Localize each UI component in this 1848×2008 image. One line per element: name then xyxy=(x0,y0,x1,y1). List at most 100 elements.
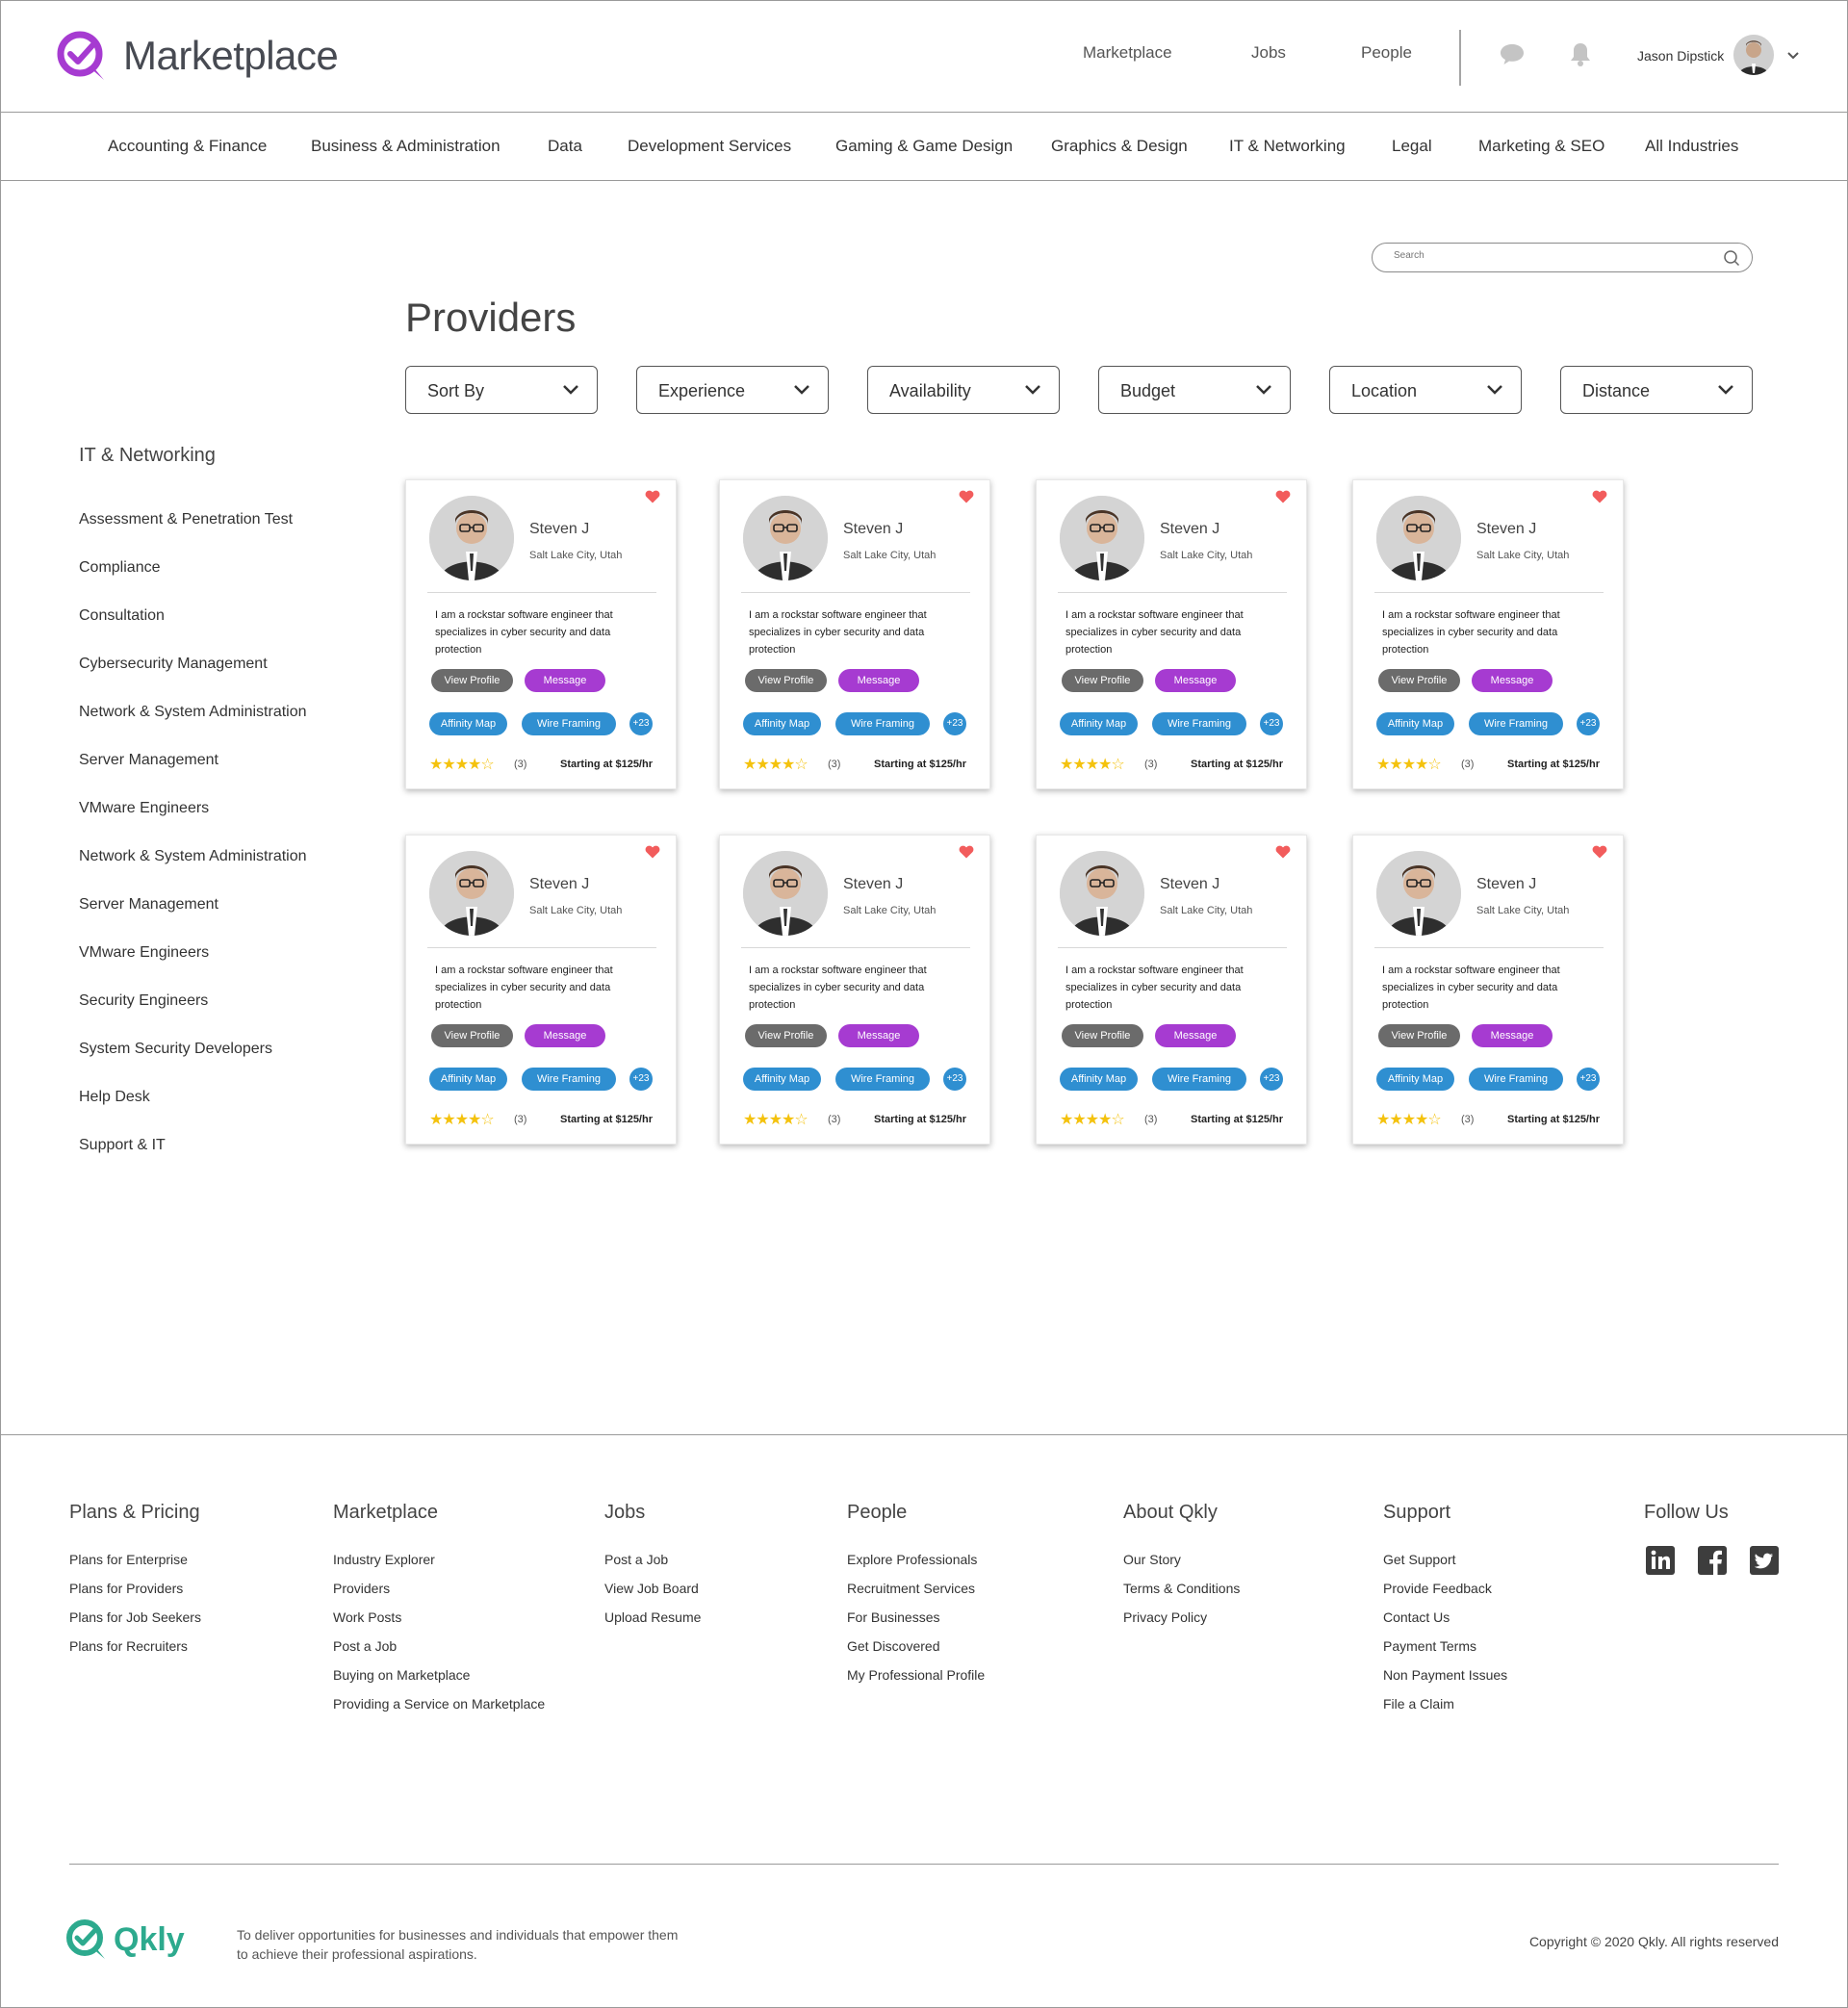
provider-card[interactable]: Steven J Salt Lake City, Utah I am a roc… xyxy=(405,835,677,1145)
footer-link[interactable]: View Job Board xyxy=(604,1581,699,1596)
footer-link[interactable]: Plans for Recruiters xyxy=(69,1638,188,1654)
heart-icon[interactable] xyxy=(645,490,660,503)
view-profile-button[interactable]: View Profile xyxy=(745,669,827,692)
more-tags-badge[interactable]: +23 xyxy=(1260,712,1283,735)
provider-avatar[interactable] xyxy=(743,496,828,580)
footer-link[interactable]: Privacy Policy xyxy=(1123,1609,1207,1625)
provider-card[interactable]: Steven J Salt Lake City, Utah I am a roc… xyxy=(405,479,677,789)
provider-avatar[interactable] xyxy=(1060,496,1144,580)
footer-link[interactable]: File a Claim xyxy=(1383,1696,1454,1712)
heart-icon[interactable] xyxy=(1275,845,1291,859)
user-name[interactable]: Jason Dipstick xyxy=(1637,48,1724,64)
footer-link[interactable]: Provide Feedback xyxy=(1383,1581,1492,1596)
heart-icon[interactable] xyxy=(1592,490,1607,503)
footer-link[interactable]: Payment Terms xyxy=(1383,1638,1476,1654)
footer-link[interactable]: Contact Us xyxy=(1383,1609,1450,1625)
sidebar-item-security-developers[interactable]: System Security Developers xyxy=(79,1041,272,1058)
skill-tag[interactable]: Wire Framing xyxy=(1469,1068,1563,1091)
view-profile-button[interactable]: View Profile xyxy=(431,1024,513,1047)
linkedin-icon[interactable] xyxy=(1646,1546,1675,1575)
message-button[interactable]: Message xyxy=(838,669,919,692)
sidebar-item-cybersecurity[interactable]: Cybersecurity Management xyxy=(79,656,268,673)
category-business[interactable]: Business & Administration xyxy=(311,137,500,156)
footer-link[interactable]: My Professional Profile xyxy=(847,1667,985,1683)
skill-tag[interactable]: Wire Framing xyxy=(1152,1068,1246,1091)
skill-tag[interactable]: Affinity Map xyxy=(743,712,821,735)
view-profile-button[interactable]: View Profile xyxy=(431,669,513,692)
category-accounting[interactable]: Accounting & Finance xyxy=(108,137,267,156)
message-button[interactable]: Message xyxy=(838,1024,919,1047)
skill-tag[interactable]: Affinity Map xyxy=(429,712,507,735)
more-tags-badge[interactable]: +23 xyxy=(943,1068,966,1091)
provider-name[interactable]: Steven J xyxy=(1160,521,1219,538)
provider-card[interactable]: Steven J Salt Lake City, Utah I am a roc… xyxy=(719,479,990,789)
category-gaming[interactable]: Gaming & Game Design xyxy=(835,137,1013,156)
sidebar-item-vmware-2[interactable]: VMware Engineers xyxy=(79,944,209,962)
sidebar-item-help-desk[interactable]: Help Desk xyxy=(79,1089,150,1106)
heart-icon[interactable] xyxy=(645,845,660,859)
search-icon[interactable] xyxy=(1723,249,1740,267)
sidebar-item-compliance[interactable]: Compliance xyxy=(79,559,160,577)
skill-tag[interactable]: Wire Framing xyxy=(1469,712,1563,735)
heart-icon[interactable] xyxy=(959,845,974,859)
provider-name[interactable]: Steven J xyxy=(843,876,903,893)
footer-link[interactable]: Recruitment Services xyxy=(847,1581,975,1596)
search-input[interactable] xyxy=(1394,250,1702,261)
footer-link[interactable]: Providers xyxy=(333,1581,390,1596)
user-avatar[interactable] xyxy=(1733,35,1774,75)
skill-tag[interactable]: Wire Framing xyxy=(522,712,616,735)
footer-link[interactable]: Get Support xyxy=(1383,1552,1456,1567)
chat-bubble-icon[interactable] xyxy=(1498,39,1527,68)
topnav-marketplace[interactable]: Marketplace xyxy=(1083,43,1172,63)
footer-link[interactable]: Get Discovered xyxy=(847,1638,939,1654)
more-tags-badge[interactable]: +23 xyxy=(943,712,966,735)
footer-link[interactable]: Plans for Enterprise xyxy=(69,1552,188,1567)
skill-tag[interactable]: Affinity Map xyxy=(429,1068,507,1091)
skill-tag[interactable]: Wire Framing xyxy=(835,712,930,735)
footer-link[interactable]: Buying on Marketplace xyxy=(333,1667,470,1683)
heart-icon[interactable] xyxy=(959,490,974,503)
heart-icon[interactable] xyxy=(1592,845,1607,859)
category-development[interactable]: Development Services xyxy=(628,137,791,156)
provider-avatar[interactable] xyxy=(743,851,828,936)
sidebar-item-security-engineers[interactable]: Security Engineers xyxy=(79,992,208,1010)
skill-tag[interactable]: Affinity Map xyxy=(743,1068,821,1091)
sidebar-item-server-management-2[interactable]: Server Management xyxy=(79,896,218,914)
skill-tag[interactable]: Wire Framing xyxy=(1152,712,1246,735)
message-button[interactable]: Message xyxy=(1472,669,1553,692)
footer-link[interactable]: Non Payment Issues xyxy=(1383,1667,1507,1683)
topnav-people[interactable]: People xyxy=(1361,43,1412,63)
view-profile-button[interactable]: View Profile xyxy=(1062,1024,1143,1047)
filter-distance[interactable]: Distance xyxy=(1560,366,1753,414)
provider-name[interactable]: Steven J xyxy=(529,876,589,893)
provider-card[interactable]: Steven J Salt Lake City, Utah I am a roc… xyxy=(1036,479,1307,789)
sidebar-item-support-it[interactable]: Support & IT xyxy=(79,1137,166,1154)
footer-link[interactable]: For Businesses xyxy=(847,1609,939,1625)
brand-logo[interactable]: Marketplace xyxy=(56,30,339,82)
provider-avatar[interactable] xyxy=(1376,496,1461,580)
filter-availability[interactable]: Availability xyxy=(867,366,1060,414)
message-button[interactable]: Message xyxy=(525,1024,605,1047)
footer-link[interactable]: Post a Job xyxy=(333,1638,397,1654)
topnav-jobs[interactable]: Jobs xyxy=(1251,43,1286,63)
filter-budget[interactable]: Budget xyxy=(1098,366,1291,414)
provider-name[interactable]: Steven J xyxy=(529,521,589,538)
sidebar-item-network-admin[interactable]: Network & System Administration xyxy=(79,704,307,721)
sidebar-item-network-admin-2[interactable]: Network & System Administration xyxy=(79,848,307,865)
footer-link[interactable]: Post a Job xyxy=(604,1552,668,1567)
sidebar-item-server-management[interactable]: Server Management xyxy=(79,752,218,769)
footer-link[interactable]: Upload Resume xyxy=(604,1609,701,1625)
provider-avatar[interactable] xyxy=(1376,851,1461,936)
message-button[interactable]: Message xyxy=(1472,1024,1553,1047)
more-tags-badge[interactable]: +23 xyxy=(1577,712,1600,735)
provider-avatar[interactable] xyxy=(429,851,514,936)
bell-icon[interactable] xyxy=(1566,39,1595,68)
footer-link[interactable]: Terms & Conditions xyxy=(1123,1581,1240,1596)
skill-tag[interactable]: Wire Framing xyxy=(835,1068,930,1091)
more-tags-badge[interactable]: +23 xyxy=(629,712,653,735)
footer-link[interactable]: Plans for Providers xyxy=(69,1581,183,1596)
provider-card[interactable]: Steven J Salt Lake City, Utah I am a roc… xyxy=(1036,835,1307,1145)
skill-tag[interactable]: Affinity Map xyxy=(1060,712,1138,735)
heart-icon[interactable] xyxy=(1275,490,1291,503)
category-graphics[interactable]: Graphics & Design xyxy=(1051,137,1188,156)
